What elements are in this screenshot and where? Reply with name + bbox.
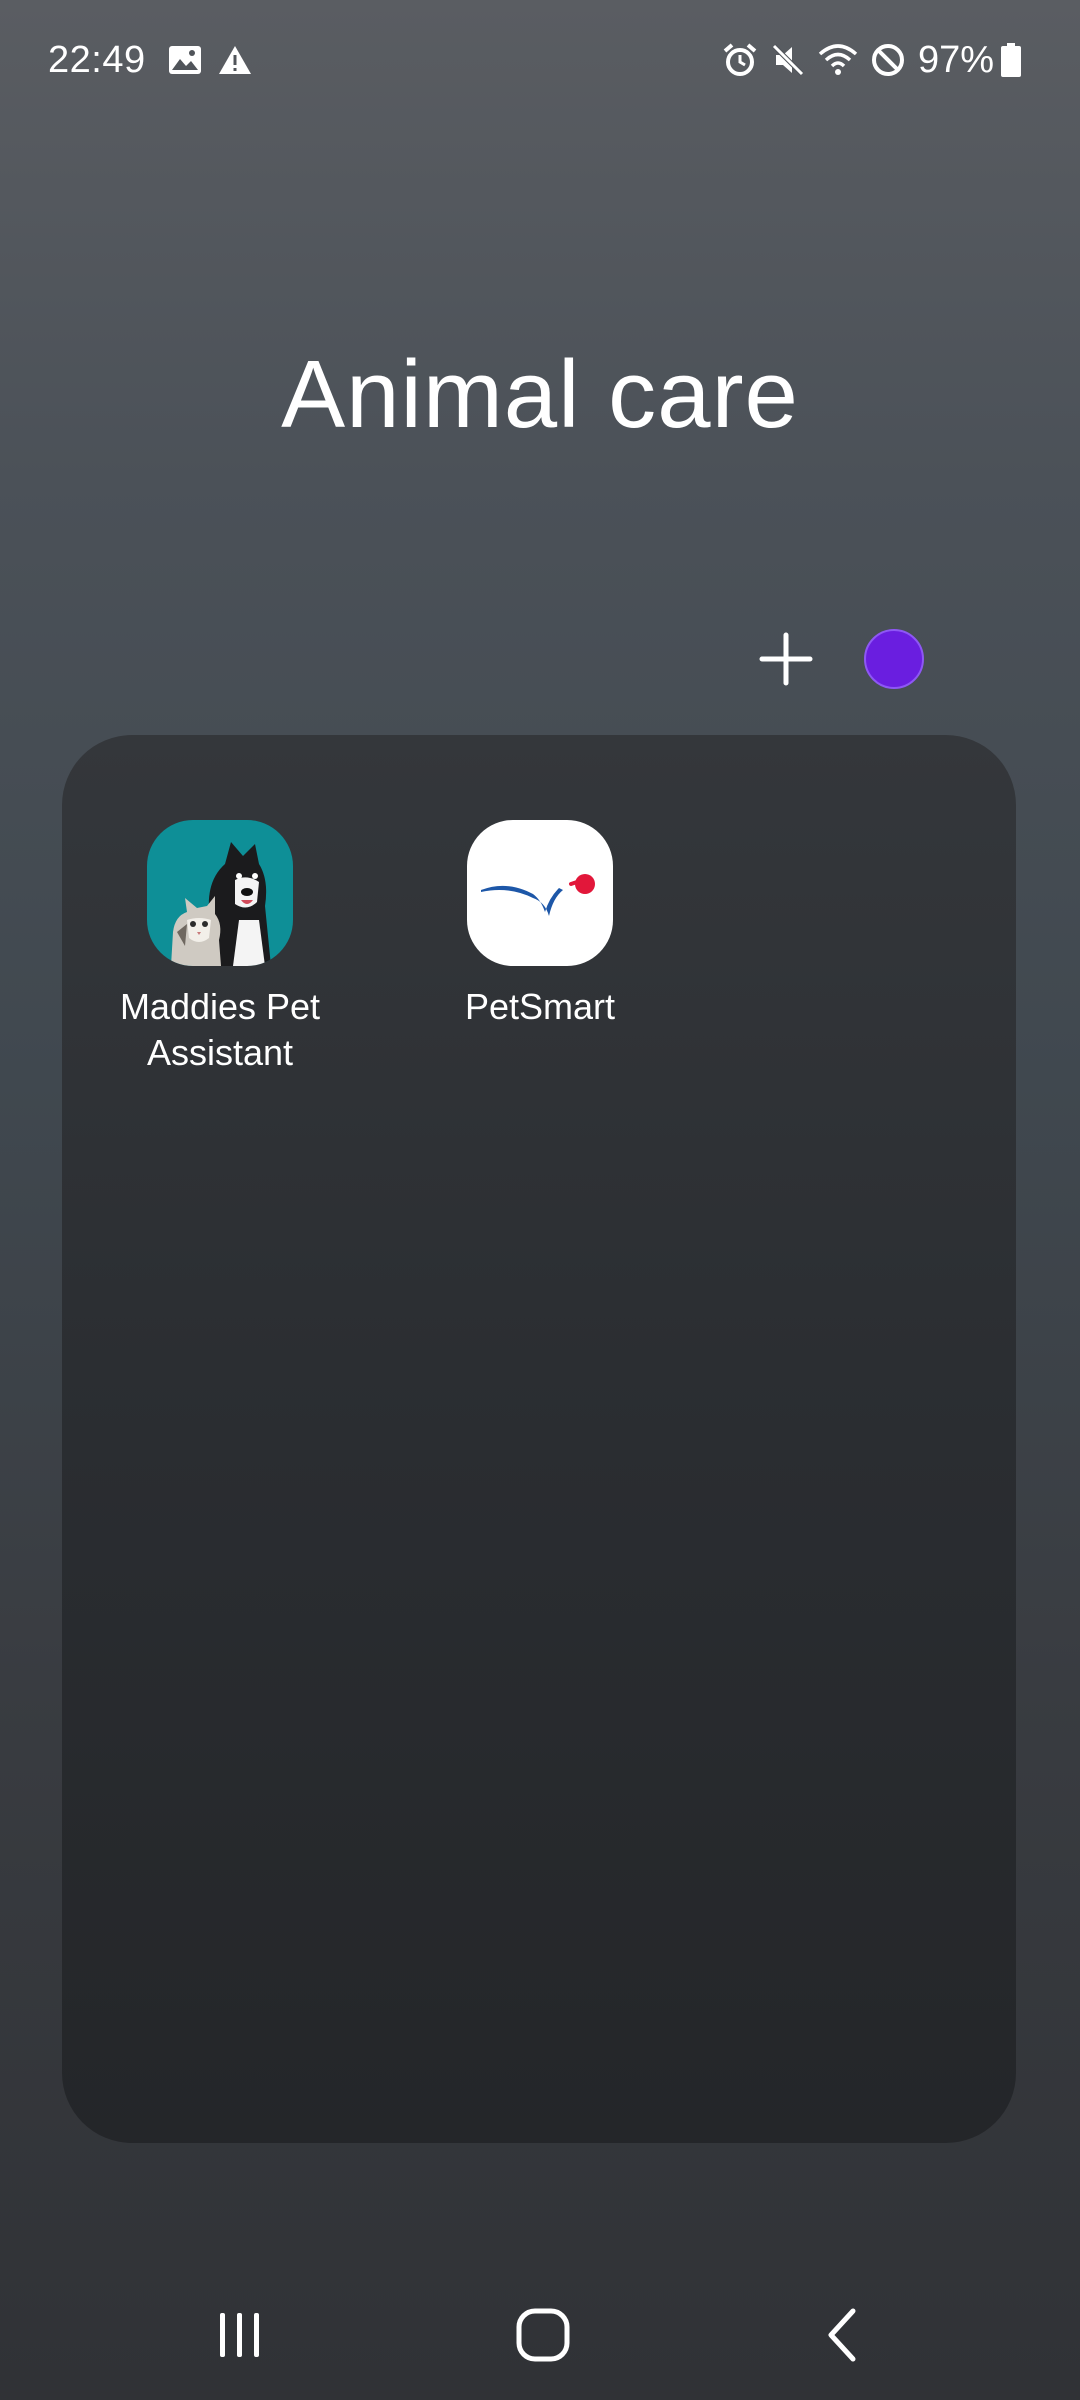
petsmart-icon bbox=[467, 820, 613, 966]
status-left: 22:49 bbox=[48, 39, 268, 82]
app-label: PetSmart bbox=[464, 986, 616, 1027]
app-petsmart[interactable]: PetSmart bbox=[415, 820, 665, 1030]
image-icon bbox=[168, 45, 202, 75]
home-button[interactable] bbox=[503, 2300, 583, 2370]
mute-icon bbox=[770, 42, 806, 78]
wifi-icon bbox=[818, 42, 858, 78]
app-label: Maddies Pet Assistant bbox=[119, 986, 321, 1073]
folder-title[interactable]: Animal care bbox=[0, 340, 1080, 450]
recents-button[interactable] bbox=[200, 2300, 280, 2370]
alarm-icon bbox=[722, 42, 758, 78]
maddies-pet-assistant-icon bbox=[147, 820, 293, 966]
battery-percent: 97% bbox=[917, 38, 994, 81]
warning-icon bbox=[218, 45, 252, 75]
status-bar: 22:49 97% bbox=[0, 0, 1080, 120]
do-not-disturb-icon bbox=[870, 42, 906, 78]
folder-color-button[interactable] bbox=[864, 629, 924, 689]
status-right: 97% bbox=[722, 39, 1034, 82]
home-icon bbox=[516, 2308, 570, 2362]
recents-icon bbox=[220, 2313, 259, 2357]
plus-icon bbox=[759, 632, 813, 686]
back-icon bbox=[828, 2308, 856, 2362]
battery-icon bbox=[1000, 42, 1022, 78]
status-time: 22:49 bbox=[48, 38, 146, 81]
add-apps-button[interactable] bbox=[752, 625, 820, 693]
navigation-bar bbox=[0, 2260, 1080, 2400]
app-maddies-pet-assistant[interactable]: Maddies Pet Assistant bbox=[95, 820, 345, 1076]
back-button[interactable] bbox=[805, 2300, 885, 2370]
